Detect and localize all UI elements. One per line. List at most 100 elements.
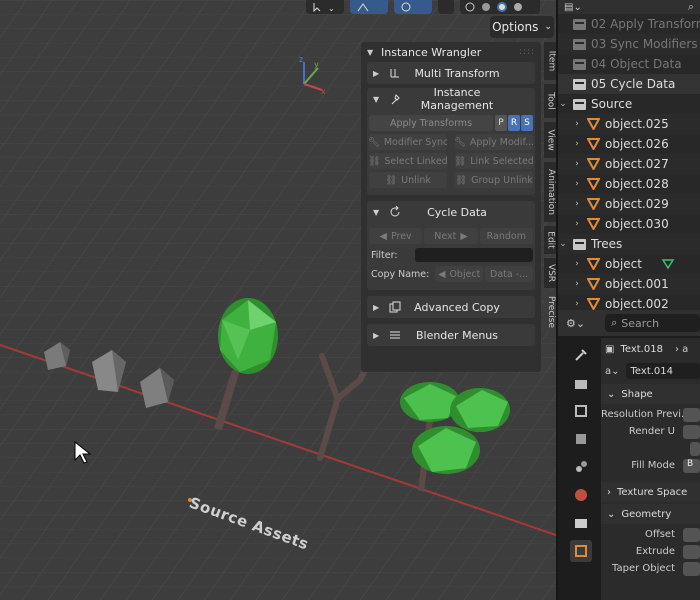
viewport-header-tools[interactable]: ⌄ — [306, 0, 540, 14]
offset-row[interactable]: Offset — [601, 526, 700, 543]
tab-precise[interactable]: Precise — [544, 292, 556, 332]
next-button[interactable]: Next ▶ — [424, 228, 478, 244]
properties-tabs[interactable] — [570, 344, 592, 568]
texture-space-section[interactable]: › Texture Space — [601, 482, 700, 502]
transform-pivot-icon[interactable] — [350, 0, 388, 14]
outliner-row-object-data[interactable]: 04 Object Data — [558, 54, 700, 74]
data-name-row[interactable]: a⌄ Text.014 — [601, 360, 700, 382]
3d-viewport[interactable]: ⌄ Options ⌄ z y x Source Assets ▼ Instan… — [0, 0, 556, 600]
snap-icon[interactable] — [394, 0, 432, 14]
outliner-header[interactable]: ▤⌄ ⌕ — [558, 0, 700, 14]
fill-mode-row[interactable]: Fill Mode B — [601, 457, 700, 474]
apply-transforms-button[interactable]: Apply Transforms — [369, 115, 493, 131]
tab-edit[interactable]: Edit — [544, 226, 556, 254]
select-linked-button[interactable]: ⛓︎ Select Linked — [369, 153, 447, 169]
extrude-field[interactable] — [683, 544, 700, 559]
render-u-field[interactable] — [683, 424, 700, 439]
section-instance-management[interactable]: ▼ Instance Management Apply Transforms P… — [367, 86, 535, 195]
properties-editor[interactable]: ⚙⌄ ⌕ Search ▣ Text.018 › a a⌄ Text.014 ⌄… — [556, 310, 700, 600]
tab-animation[interactable]: Animation — [544, 162, 556, 222]
outliner-row-object-027[interactable]: › object.027 — [558, 154, 700, 174]
chevron-right-icon[interactable]: ▶ — [373, 303, 381, 312]
extrude-row[interactable]: Extrude — [601, 543, 700, 560]
view-layer-tab-icon[interactable] — [570, 428, 592, 450]
outliner-row-cycle-data[interactable]: 05 Cycle Data — [558, 74, 700, 94]
resolution-preview-field[interactable] — [683, 407, 700, 422]
chevron-right-icon[interactable]: › — [572, 119, 582, 129]
outliner-row-object-030[interactable]: › object.030 — [558, 214, 700, 234]
tab-item[interactable]: Item — [544, 42, 556, 80]
chevron-right-icon[interactable]: › — [572, 259, 582, 269]
chevron-right-icon[interactable]: › — [572, 179, 582, 189]
world-tab-icon[interactable] — [570, 484, 592, 506]
outliner-row-object-029[interactable]: › object.029 — [558, 194, 700, 214]
geometry-section[interactable]: ⌄ Geometry — [601, 504, 700, 524]
outliner-row-object-002[interactable]: › object.002 — [558, 294, 700, 310]
prs-toggles[interactable]: P R S — [495, 115, 533, 131]
link-selected-button[interactable]: ⛓︎ Link Selected — [455, 153, 533, 169]
editor-type-icon[interactable]: ⚙⌄ — [566, 317, 585, 330]
section-advanced-copy[interactable]: ▶ Advanced Copy — [367, 296, 535, 318]
sidebar-tabs[interactable]: Item Tool View Animation Edit VSR Precis… — [544, 42, 556, 336]
prev-button[interactable]: ◀ Prev — [369, 228, 423, 244]
chevron-right-icon[interactable]: › — [572, 299, 582, 309]
search-input[interactable]: ⌕ Search — [605, 314, 700, 332]
chevron-down-icon[interactable]: ⌄ — [558, 239, 568, 249]
outliner[interactable]: ▤⌄ ⌕ 02 Apply Transform 03 Sync Modifier… — [556, 0, 700, 310]
render-tab-icon[interactable] — [570, 372, 592, 394]
shape-section[interactable]: ⌄ Shape — [601, 384, 700, 404]
options-dropdown[interactable]: Options ⌄ — [490, 16, 554, 38]
fill-mode-dropdown[interactable]: B — [683, 458, 700, 473]
display-mode-icon[interactable]: ▤⌄ — [564, 2, 582, 13]
object-tab-icon[interactable] — [570, 540, 592, 562]
outliner-row-object-001[interactable]: › object.001 — [558, 274, 700, 294]
chevron-right-icon[interactable]: › — [572, 219, 582, 229]
datablock-row[interactable]: ▣ Text.018 › a — [601, 338, 700, 360]
tool-tab-icon[interactable] — [570, 344, 592, 366]
outliner-row-sync-modifiers[interactable]: 03 Sync Modifiers — [558, 34, 700, 54]
properties-header[interactable]: ⚙⌄ ⌕ Search — [558, 310, 700, 336]
chevron-right-icon[interactable]: › — [572, 159, 582, 169]
toggle-field[interactable] — [690, 441, 700, 456]
data-name-field[interactable]: Text.014 — [625, 363, 700, 379]
offset-field[interactable] — [683, 527, 700, 542]
random-button[interactable]: Random — [479, 228, 533, 244]
copy-data-name-button[interactable]: Data -... — [485, 266, 534, 282]
select-tool-icon[interactable]: ⌄ — [306, 0, 344, 14]
copy-object-name-button[interactable]: ◀ Object — [435, 266, 484, 282]
apply-modif-button[interactable]: 🔧︎ Apply Modif... — [455, 134, 533, 150]
filter-input[interactable] — [415, 248, 533, 262]
outliner-row-object-026[interactable]: › object.026 — [558, 134, 700, 154]
chevron-right-icon[interactable]: › — [572, 199, 582, 209]
panel-header[interactable]: ▼ Instance Wrangler :::: — [361, 42, 541, 62]
modifier-sync-button[interactable]: 🔧︎ Modifier Sync — [369, 134, 447, 150]
chevron-right-icon[interactable]: ▶ — [373, 69, 381, 78]
chevron-right-icon[interactable]: › — [572, 139, 582, 149]
taper-object-row[interactable]: Taper Object — [601, 560, 700, 577]
scene-tab-icon[interactable] — [570, 456, 592, 478]
tab-view[interactable]: View — [544, 122, 556, 158]
chevron-down-icon[interactable]: ▼ — [373, 95, 381, 104]
group-unlink-button[interactable]: ⛓︎ Group Unlink — [455, 172, 533, 188]
tab-tool[interactable]: Tool — [544, 84, 556, 118]
search-icon[interactable]: ⌕ — [688, 0, 694, 14]
chevron-right-icon[interactable]: › — [572, 279, 582, 289]
chevron-down-icon[interactable]: ⌄ — [558, 99, 568, 109]
collection-tab-icon[interactable] — [570, 512, 592, 534]
section-multi-transform[interactable]: ▶ Multi Transform — [367, 62, 535, 84]
axis-gizmo[interactable]: z y x — [290, 56, 330, 96]
shading-modes-icon[interactable] — [460, 0, 540, 14]
toggle-scale[interactable]: S — [521, 115, 533, 131]
outliner-row-object-025[interactable]: › object.025 — [558, 114, 700, 134]
toggle-position[interactable]: P — [495, 115, 507, 131]
taper-object-field[interactable] — [683, 561, 700, 576]
drag-handle-icon[interactable]: :::: — [519, 47, 535, 57]
section-blender-menus[interactable]: ▶ Blender Menus — [367, 324, 535, 346]
outliner-row-object-028[interactable]: › object.028 — [558, 174, 700, 194]
output-tab-icon[interactable] — [570, 400, 592, 422]
toggle-rotation[interactable]: R — [508, 115, 520, 131]
chevron-down-icon[interactable]: ▼ — [367, 48, 375, 57]
unlink-button[interactable]: ⛓︎ Unlink — [369, 172, 447, 188]
blank-toggle-row[interactable] — [601, 440, 700, 457]
outliner-row-source[interactable]: ⌄ Source — [558, 94, 700, 114]
